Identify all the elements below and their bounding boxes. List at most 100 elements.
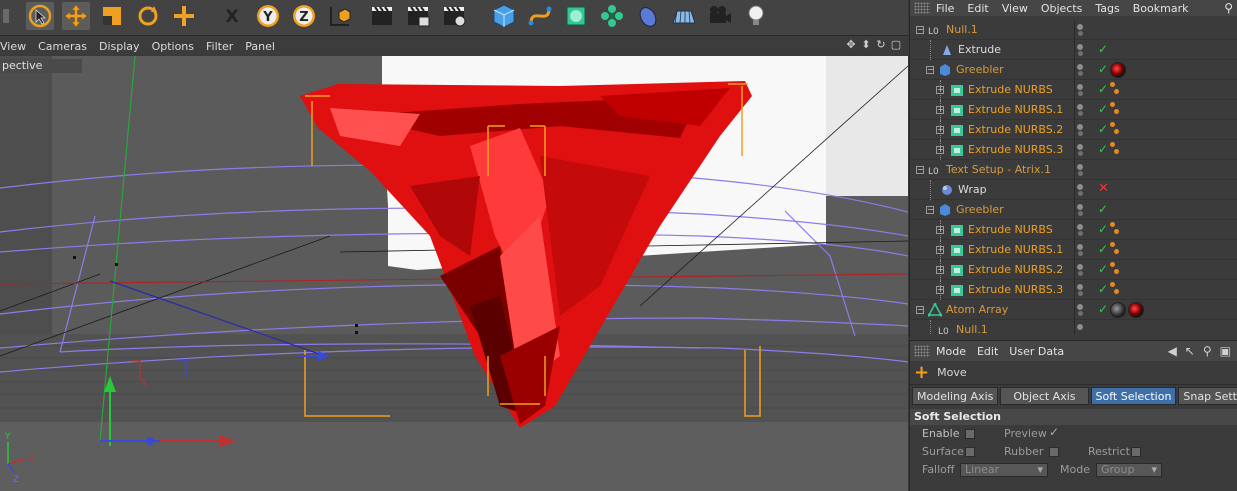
tag-area[interactable] [1110, 122, 1120, 136]
back-arrow-icon[interactable]: ◀ [1168, 344, 1177, 358]
enabled-check-icon[interactable]: ✓ [1098, 282, 1108, 296]
render-settings-icon[interactable] [440, 2, 468, 30]
render-view-icon[interactable] [368, 2, 396, 30]
expand-icon[interactable]: + [936, 126, 944, 134]
visibility-dots[interactable] [1077, 224, 1085, 237]
object-row-extrude-nurbs-3[interactable]: + Extrude NURBS.3 ✓ [910, 140, 1237, 160]
cube-icon[interactable] [490, 2, 518, 30]
collapse-icon[interactable]: − [916, 306, 924, 314]
deformer-icon[interactable] [634, 2, 662, 30]
undo-icon[interactable] [0, 2, 28, 30]
expand-icon[interactable]: + [936, 86, 944, 94]
collapse-icon[interactable]: − [926, 206, 934, 214]
scale-icon[interactable] [98, 2, 126, 30]
rotate-icon[interactable] [134, 2, 162, 30]
viewport-menu-panel[interactable]: Panel [241, 40, 283, 53]
tag-area[interactable] [1110, 62, 1126, 78]
tag-area[interactable] [1110, 282, 1120, 296]
object-row-atom-array[interactable]: − Atom Array ✓ [910, 300, 1237, 320]
phong-tag-icon[interactable] [1110, 122, 1120, 136]
om-menu-edit[interactable]: Edit [967, 2, 1001, 15]
phong-tag-icon[interactable] [1110, 82, 1120, 96]
visibility-dots[interactable] [1077, 304, 1085, 317]
om-menu-objects[interactable]: Objects [1041, 2, 1096, 15]
tag-area[interactable] [1110, 82, 1120, 96]
enable-checkbox[interactable] [965, 429, 975, 439]
visibility-dots[interactable] [1077, 324, 1085, 331]
object-row-wrap[interactable]: Wrap ✕ [910, 180, 1237, 200]
expand-icon[interactable]: + [936, 106, 944, 114]
viewport-menu-display[interactable]: Display [95, 40, 148, 53]
om-menu-bookmark[interactable]: Bookmark [1133, 2, 1202, 15]
visibility-dots[interactable] [1077, 204, 1085, 217]
phong-tag-icon[interactable] [1110, 222, 1120, 236]
orbit-icon[interactable]: ↻ [875, 38, 887, 52]
expand-icon[interactable]: + [936, 266, 944, 274]
coordinate-system-icon[interactable] [326, 2, 354, 30]
search-icon[interactable]: ⚲ [1203, 344, 1212, 358]
phong-tag-icon[interactable] [1110, 282, 1120, 296]
viewport-menu-filter[interactable]: Filter [202, 40, 241, 53]
am-menu-user-data[interactable]: User Data [1009, 345, 1075, 358]
render-picture-viewer-icon[interactable] [404, 2, 432, 30]
maximize-icon[interactable]: ▢ [890, 38, 902, 52]
visibility-dots[interactable] [1077, 64, 1085, 77]
am-menu-mode[interactable]: Mode [936, 345, 977, 358]
object-row-greebler-2[interactable]: − Greebler ✓ [910, 200, 1237, 220]
preview-checkmark-icon[interactable]: ✓ [1049, 425, 1059, 439]
mode-dropdown[interactable]: Group [1096, 463, 1162, 477]
tab-modeling-axis[interactable]: Modeling Axis [912, 387, 999, 405]
enabled-check-icon[interactable]: ✓ [1098, 202, 1108, 216]
enabled-check-icon[interactable]: ✓ [1098, 242, 1108, 256]
enabled-check-icon[interactable]: ✓ [1098, 62, 1108, 76]
visibility-dots[interactable] [1077, 264, 1085, 277]
falloff-dropdown[interactable]: Linear [960, 463, 1048, 477]
live-selection-icon[interactable] [26, 2, 54, 30]
z-axis-lock-icon[interactable]: Z [290, 2, 318, 30]
dolly-icon[interactable]: ⬍ [860, 38, 872, 52]
tab-object-axis[interactable]: Object Axis [1000, 387, 1089, 405]
tag-area[interactable] [1110, 302, 1144, 318]
object-row-extrude-nurbs-3b[interactable]: + Extrude NURBS.3 ✓ [910, 280, 1237, 300]
tag-area[interactable] [1110, 242, 1120, 256]
camera-label[interactable]: pective [0, 59, 82, 73]
enabled-check-icon[interactable]: ✓ [1098, 222, 1108, 236]
spline-icon[interactable] [526, 2, 554, 30]
om-menu-tags[interactable]: Tags [1095, 2, 1132, 15]
add-icon[interactable] [170, 2, 198, 30]
visibility-dots[interactable] [1077, 84, 1085, 97]
pan-icon[interactable]: ✥ [845, 38, 857, 52]
move-icon[interactable] [62, 2, 90, 30]
panel-grip-icon[interactable] [914, 2, 930, 14]
enabled-check-icon[interactable]: ✓ [1098, 142, 1108, 156]
expand-icon[interactable]: + [936, 246, 944, 254]
phong-tag-icon[interactable] [1110, 102, 1120, 116]
om-menu-file[interactable]: File [936, 2, 967, 15]
light-icon[interactable] [742, 2, 770, 30]
y-axis-lock-icon[interactable]: Y [254, 2, 282, 30]
visibility-dots[interactable] [1077, 124, 1085, 137]
collapse-icon[interactable]: − [916, 26, 924, 34]
tag-area[interactable] [1110, 222, 1120, 236]
visibility-dots[interactable] [1077, 284, 1085, 297]
material-tag-icon[interactable] [1110, 62, 1126, 78]
visibility-dots[interactable] [1077, 104, 1085, 117]
enabled-check-icon[interactable]: ✓ [1098, 122, 1108, 136]
visibility-dots[interactable] [1077, 184, 1085, 197]
subdivision-icon[interactable] [562, 2, 590, 30]
lock-icon[interactable]: ▣ [1220, 344, 1231, 358]
om-menu-view[interactable]: View [1002, 2, 1041, 15]
object-row-text-setup[interactable]: − L0 Text Setup - Atrix.1 [910, 160, 1237, 180]
collapse-icon[interactable]: − [916, 166, 924, 174]
array-icon[interactable] [598, 2, 626, 30]
object-row-extrude-nurbs-2[interactable]: + Extrude NURBS.2 ✓ [910, 120, 1237, 140]
object-row-extrude-nurbs-2b[interactable]: + Extrude NURBS.2 ✓ [910, 260, 1237, 280]
collapse-icon[interactable]: − [926, 66, 934, 74]
expand-icon[interactable]: + [936, 226, 944, 234]
phong-tag-icon[interactable] [1110, 242, 1120, 256]
tag-area[interactable] [1110, 142, 1120, 156]
phong-tag-icon[interactable] [1110, 142, 1120, 156]
object-row-null-1[interactable]: − L0 Null.1 [910, 20, 1237, 40]
visibility-dots[interactable] [1077, 24, 1085, 37]
enabled-check-icon[interactable]: ✓ [1098, 82, 1108, 96]
